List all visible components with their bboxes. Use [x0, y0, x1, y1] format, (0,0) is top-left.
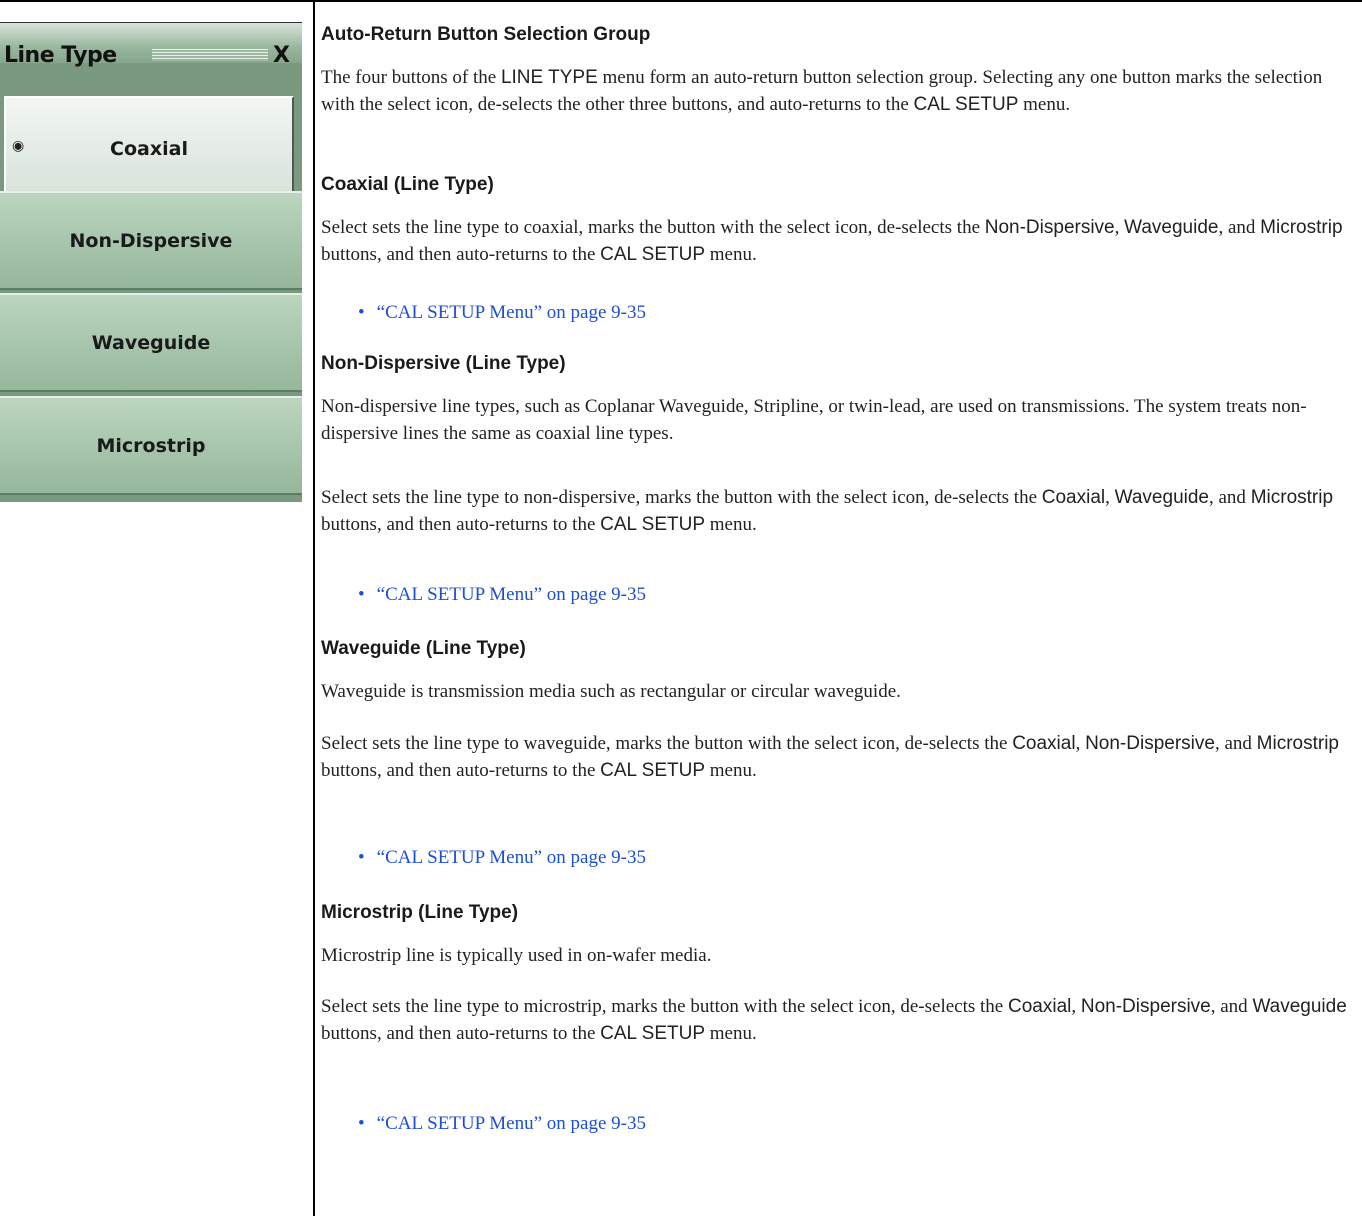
- cal-setup-menu-link[interactable]: “CAL SETUP Menu” on page 9-35: [377, 584, 646, 605]
- paragraph-non-dispersive-1: Non-dispersive line types, such as Copla…: [321, 396, 1307, 444]
- list-item: • “CAL SETUP Menu” on page 9-35: [358, 584, 646, 605]
- top-rule: [0, 0, 1362, 2]
- cal-setup-menu-link[interactable]: “CAL SETUP Menu” on page 9-35: [377, 847, 646, 868]
- menu-title-bar: Line Type X: [0, 23, 302, 68]
- paragraph-waveguide-1: Waveguide is transmission media such as …: [321, 681, 901, 702]
- microstrip-button[interactable]: Microstrip: [0, 396, 302, 495]
- paragraph-non-dispersive-2: Select sets the line type to non-dispers…: [321, 487, 1334, 535]
- heading-non-dispersive: Non-Dispersive (Line Type): [321, 353, 566, 374]
- line-type-menu: Line Type X ◉ Coaxial Non-Dispersive Wav…: [0, 22, 302, 502]
- select-icon: ◉: [12, 138, 25, 154]
- coaxial-button[interactable]: ◉ Coaxial: [4, 96, 294, 202]
- paragraph-microstrip-1: Microstrip line is typically used in on-…: [321, 945, 712, 966]
- column-divider: [313, 0, 315, 1216]
- non-dispersive-button-label: Non-Dispersive: [69, 229, 233, 252]
- waveguide-button[interactable]: Waveguide: [0, 293, 302, 392]
- paragraph-waveguide-2: Select sets the line type to waveguide, …: [321, 733, 1339, 781]
- heading-auto-return: Auto-Return Button Selection Group: [321, 24, 651, 45]
- menu-title: Line Type: [4, 43, 117, 68]
- title-bar-grip: [152, 49, 268, 61]
- paragraph-auto-return: The four buttons of the LINE TYPE menu f…: [321, 67, 1323, 115]
- paragraph-microstrip-2: Select sets the line type to microstrip,…: [321, 996, 1347, 1044]
- coaxial-button-label: Coaxial: [110, 138, 188, 160]
- heading-coaxial: Coaxial (Line Type): [321, 174, 494, 195]
- paragraph-coaxial: Select sets the line type to coaxial, ma…: [321, 217, 1343, 265]
- close-button[interactable]: X: [273, 43, 290, 68]
- list-item: • “CAL SETUP Menu” on page 9-35: [358, 847, 646, 868]
- list-item: • “CAL SETUP Menu” on page 9-35: [358, 1113, 646, 1134]
- heading-microstrip: Microstrip (Line Type): [321, 902, 519, 923]
- waveguide-button-label: Waveguide: [91, 331, 211, 354]
- cal-setup-menu-link[interactable]: “CAL SETUP Menu” on page 9-35: [377, 302, 646, 323]
- non-dispersive-button[interactable]: Non-Dispersive: [0, 191, 302, 290]
- microstrip-button-label: Microstrip: [96, 434, 206, 457]
- heading-waveguide: Waveguide (Line Type): [321, 638, 526, 659]
- list-item: • “CAL SETUP Menu” on page 9-35: [358, 302, 646, 323]
- cal-setup-menu-link[interactable]: “CAL SETUP Menu” on page 9-35: [377, 1113, 646, 1134]
